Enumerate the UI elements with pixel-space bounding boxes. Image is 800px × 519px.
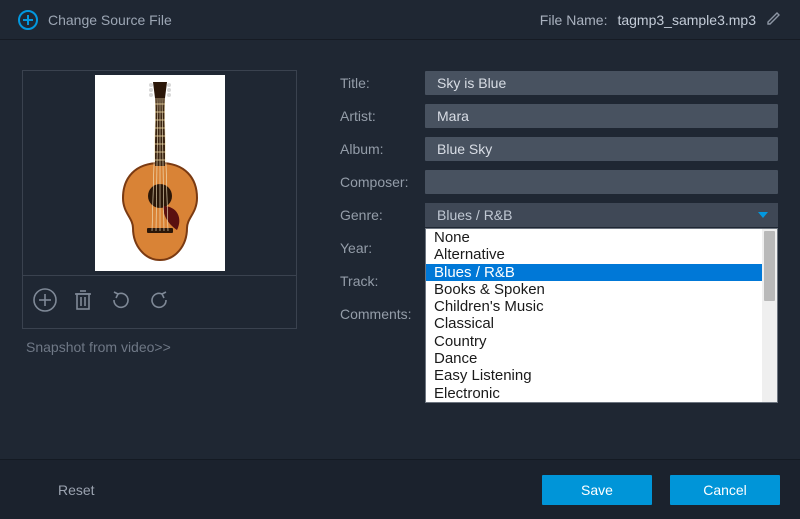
album-row: Album: Blue Sky (340, 136, 778, 162)
filename-display: File Name: tagmp3_sample3.mp3 (540, 10, 782, 29)
add-artwork-button[interactable] (31, 286, 59, 314)
title-row: Title: Sky is Blue (340, 70, 778, 96)
artist-label: Artist: (340, 108, 425, 124)
cancel-button[interactable]: Cancel (670, 475, 780, 505)
year-label: Year: (340, 240, 425, 256)
genre-select[interactable]: Blues / R&B (425, 203, 778, 227)
artwork-column: Snapshot from video>> (22, 70, 307, 459)
genre-option-list: None Alternative Blues / R&B Books & Spo… (426, 229, 762, 402)
genre-option[interactable]: Books & Spoken (426, 281, 762, 298)
title-input[interactable]: Sky is Blue (425, 71, 778, 95)
plus-circle-icon (18, 10, 38, 30)
genre-option[interactable]: Classical (426, 315, 762, 332)
genre-option[interactable]: Blues / R&B (426, 264, 762, 281)
filename-label: File Name: (540, 12, 608, 28)
footer-bar: Reset Save Cancel (0, 459, 800, 519)
composer-input[interactable] (425, 170, 778, 194)
track-label: Track: (340, 273, 425, 289)
album-art-image (95, 75, 225, 271)
change-source-label: Change Source File (48, 12, 172, 28)
scrollbar-thumb[interactable] (764, 231, 775, 301)
snapshot-from-video-link[interactable]: Snapshot from video>> (22, 339, 307, 355)
genre-option[interactable]: Country (426, 333, 762, 350)
edit-filename-icon[interactable] (766, 10, 782, 29)
album-label: Album: (340, 141, 425, 157)
album-art-frame[interactable] (22, 70, 297, 276)
genre-label: Genre: (340, 207, 425, 223)
rotate-left-button[interactable] (107, 286, 135, 314)
footer-buttons: Save Cancel (542, 475, 780, 505)
composer-row: Composer: (340, 169, 778, 195)
genre-option[interactable]: Children's Music (426, 298, 762, 315)
rotate-right-button[interactable] (145, 286, 173, 314)
genre-option[interactable]: Easy Listening (426, 367, 762, 384)
genre-option[interactable]: Electronic (426, 385, 762, 402)
save-button[interactable]: Save (542, 475, 652, 505)
genre-row: Genre: Blues / R&B None Alternative Blue… (340, 202, 778, 228)
dropdown-scrollbar[interactable] (762, 229, 777, 402)
artwork-toolbar (22, 276, 297, 329)
delete-artwork-button[interactable] (69, 286, 97, 314)
album-input[interactable]: Blue Sky (425, 137, 778, 161)
composer-label: Composer: (340, 174, 425, 190)
genre-option[interactable]: None (426, 229, 762, 246)
genre-option[interactable]: Dance (426, 350, 762, 367)
title-label: Title: (340, 75, 425, 91)
genre-dropdown: None Alternative Blues / R&B Books & Spo… (425, 228, 778, 403)
artist-row: Artist: Mara (340, 103, 778, 129)
change-source-button[interactable]: Change Source File (18, 10, 172, 30)
metadata-form: Title: Sky is Blue Artist: Mara Album: B… (340, 70, 778, 459)
comments-label: Comments: (340, 306, 425, 322)
filename-value: tagmp3_sample3.mp3 (617, 12, 756, 28)
artist-input[interactable]: Mara (425, 104, 778, 128)
genre-option[interactable]: Alternative (426, 246, 762, 263)
chevron-down-icon (758, 212, 768, 218)
main-content: Snapshot from video>> Title: Sky is Blue… (0, 40, 800, 459)
header-bar: Change Source File File Name: tagmp3_sam… (0, 0, 800, 40)
reset-button[interactable]: Reset (20, 482, 95, 498)
genre-selected-value: Blues / R&B (437, 207, 512, 223)
